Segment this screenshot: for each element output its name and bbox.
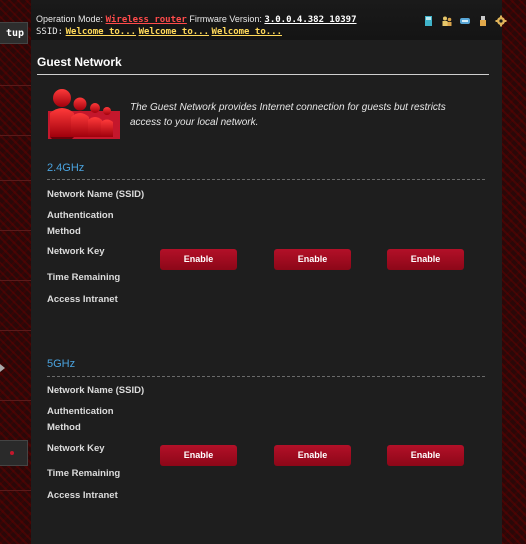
main-panel: Guest Network The Guest Network provides… (31, 40, 502, 544)
intro-text: The Guest Network provides Internet conn… (130, 102, 446, 128)
band-divider (47, 179, 485, 180)
label-time-remaining: Time Remaining (47, 468, 121, 479)
network-status-icon[interactable] (423, 15, 435, 27)
rail-divider (0, 280, 31, 281)
label-time-remaining: Time Remaining (47, 272, 121, 283)
enable-button-5g-1[interactable]: Enable (160, 445, 237, 466)
sidebar-item-button[interactable] (0, 440, 28, 466)
users-icon[interactable] (441, 15, 453, 27)
ssid-link-2[interactable]: Welcome to... (139, 27, 209, 37)
rail-divider (0, 135, 31, 136)
status-icons (423, 15, 507, 27)
usb-device-icon[interactable] (459, 15, 471, 27)
enable-button-2g-1[interactable]: Enable (160, 249, 237, 270)
label-access-intranet: Access Intranet (47, 294, 118, 305)
band-title-5g: 5GHz (47, 358, 76, 370)
settings-icon[interactable] (495, 15, 507, 27)
enable-button-2g-3[interactable]: Enable (387, 249, 464, 270)
enable-button-5g-3[interactable]: Enable (387, 445, 464, 466)
label-authentication-method: Authentication Method (47, 406, 114, 433)
sidebar-tab-quick-setup[interactable]: tup (0, 22, 28, 44)
firmware-label: Firmware Version: (189, 14, 262, 24)
label-access-intranet: Access Intranet (47, 490, 118, 501)
status-line-1: Operation Mode: Wireless router Firmware… (36, 14, 357, 25)
ssid-label: SSID: (36, 27, 64, 37)
enable-button-2g-2[interactable]: Enable (274, 249, 351, 270)
collapse-arrow-icon[interactable] (0, 364, 5, 372)
operation-mode-label: Operation Mode: (36, 14, 104, 24)
rail-divider (0, 490, 31, 491)
label-network-key: Network Key (47, 246, 105, 257)
enable-button-5g-2[interactable]: Enable (274, 445, 351, 466)
band-title-2g: 2.4GHz (47, 162, 85, 174)
status-bar: Operation Mode: Wireless router Firmware… (31, 0, 507, 40)
title-divider (37, 74, 489, 75)
label-network-key: Network Key (47, 443, 105, 454)
right-rail (502, 0, 526, 544)
label-network-name: Network Name (SSID) (47, 385, 145, 396)
guest-network-icon (48, 89, 120, 139)
usb-icon[interactable] (477, 15, 489, 27)
label-authentication-method: Authentication Method (47, 210, 114, 237)
ssid-link-3[interactable]: Welcome to... (212, 27, 282, 37)
rail-divider (0, 330, 31, 331)
rail-divider (0, 400, 31, 401)
indicator-dot-icon (10, 451, 14, 455)
status-line-2: SSID: Welcome to... Welcome to... Welcom… (36, 26, 282, 37)
band-divider (47, 376, 485, 377)
rail-divider (0, 85, 31, 86)
rail-divider (0, 230, 31, 231)
page-title: Guest Network (37, 55, 122, 69)
label-network-name: Network Name (SSID) (47, 189, 145, 200)
rail-divider (0, 180, 31, 181)
operation-mode-link[interactable]: Wireless router (106, 15, 187, 25)
firmware-version-link[interactable]: 3.0.0.4.382_10397 (264, 15, 356, 25)
ssid-link-1[interactable]: Welcome to... (66, 27, 136, 37)
